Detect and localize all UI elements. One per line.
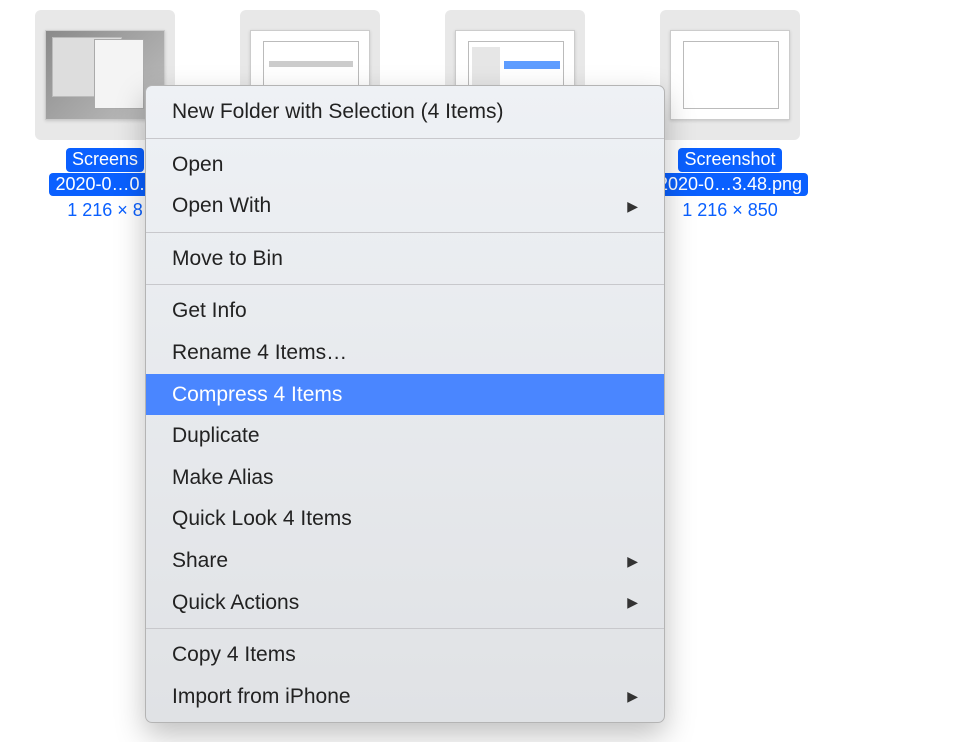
file-label: Screens 2020-0…0.5 1 216 × 8 [49, 148, 160, 222]
menu-label: Rename 4 Items… [172, 336, 347, 370]
menu-open-with[interactable]: Open With ▶ [146, 185, 664, 227]
menu-label: New Folder with Selection (4 Items) [172, 95, 503, 129]
menu-share[interactable]: Share ▶ [146, 540, 664, 582]
menu-get-info[interactable]: Get Info [146, 290, 664, 332]
menu-label: Open [172, 148, 223, 182]
file-dimensions: 1 216 × 850 [652, 200, 808, 222]
file-dimensions: 1 216 × 8 [49, 200, 160, 222]
menu-quick-actions[interactable]: Quick Actions ▶ [146, 582, 664, 624]
menu-separator [146, 232, 664, 233]
menu-label: Quick Actions [172, 586, 299, 620]
menu-make-alias[interactable]: Make Alias [146, 457, 664, 499]
menu-label: Quick Look 4 Items [172, 502, 352, 536]
context-menu: New Folder with Selection (4 Items) Open… [145, 85, 665, 723]
menu-new-folder-with-selection[interactable]: New Folder with Selection (4 Items) [146, 91, 664, 133]
file-name-line1: Screenshot [678, 148, 781, 172]
menu-label: Move to Bin [172, 242, 283, 276]
menu-label: Import from iPhone [172, 680, 351, 714]
menu-label: Duplicate [172, 419, 260, 453]
menu-compress[interactable]: Compress 4 Items [146, 374, 664, 416]
menu-rename[interactable]: Rename 4 Items… [146, 332, 664, 374]
submenu-arrow-icon: ▶ [627, 591, 638, 613]
menu-label: Share [172, 544, 228, 578]
file-label: Screenshot 2020-0…3.48.png 1 216 × 850 [652, 148, 808, 222]
file-thumbnail [660, 10, 800, 140]
menu-separator [146, 284, 664, 285]
submenu-arrow-icon: ▶ [627, 550, 638, 572]
file-name-line1: Screens [66, 148, 144, 172]
menu-separator [146, 138, 664, 139]
file-item-4[interactable]: Screenshot 2020-0…3.48.png 1 216 × 850 [655, 10, 805, 222]
file-name-line2: 2020-0…3.48.png [652, 173, 808, 197]
menu-copy[interactable]: Copy 4 Items [146, 634, 664, 676]
submenu-arrow-icon: ▶ [627, 685, 638, 707]
menu-label: Get Info [172, 294, 247, 328]
menu-open[interactable]: Open [146, 144, 664, 186]
file-name-line2: 2020-0…0.5 [49, 173, 160, 197]
menu-import-from-iphone[interactable]: Import from iPhone ▶ [146, 676, 664, 718]
menu-separator [146, 628, 664, 629]
menu-quick-look[interactable]: Quick Look 4 Items [146, 498, 664, 540]
menu-label: Open With [172, 189, 271, 223]
menu-label: Make Alias [172, 461, 274, 495]
thumbnail-preview [670, 30, 790, 120]
menu-label: Compress 4 Items [172, 378, 342, 412]
menu-duplicate[interactable]: Duplicate [146, 415, 664, 457]
submenu-arrow-icon: ▶ [627, 195, 638, 217]
menu-move-to-bin[interactable]: Move to Bin [146, 238, 664, 280]
menu-label: Copy 4 Items [172, 638, 296, 672]
